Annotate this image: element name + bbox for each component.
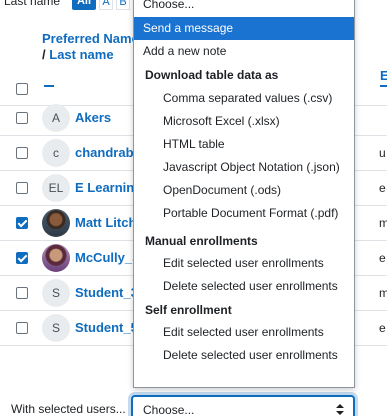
- header-slash: /: [42, 47, 46, 62]
- collapse-column-icon[interactable]: [44, 85, 54, 87]
- user-name-link[interactable]: chandraba: [75, 145, 141, 160]
- avatar: c: [42, 139, 70, 167]
- sort-last-name-link[interactable]: Last name: [49, 47, 113, 62]
- option-self-edit-enrollments[interactable]: Edit selected user enrollments: [134, 321, 354, 344]
- option-self-delete-enrollments[interactable]: Delete selected user enrollments: [134, 344, 354, 367]
- bulk-action-selected-value: Choose...: [143, 403, 195, 416]
- option-download-xlsx[interactable]: Microsoft Excel (.xlsx): [134, 110, 354, 133]
- filter-all-button[interactable]: All: [72, 0, 96, 10]
- option-download-pdf[interactable]: Portable Document Format (.pdf): [134, 202, 354, 225]
- select-arrows-icon: [335, 400, 345, 416]
- avatar: [42, 209, 70, 237]
- filter-letter-b[interactable]: B: [116, 0, 130, 10]
- collapse-email-column-icon[interactable]: [380, 85, 387, 87]
- row-partial-cell: e: [379, 321, 386, 335]
- with-selected-label: With selected users...: [11, 402, 126, 416]
- option-add-note[interactable]: Add a new note: [134, 40, 354, 63]
- sort-preferred-name-link[interactable]: Preferred Name: [42, 31, 139, 46]
- row-checkbox[interactable]: [16, 287, 28, 299]
- avatar: [42, 244, 70, 272]
- lastname-filter-label: Last name: [4, 0, 61, 8]
- row-partial-cell: m: [379, 216, 387, 230]
- user-name-link[interactable]: McCully_S: [75, 250, 141, 265]
- select-all-checkbox[interactable]: [16, 83, 28, 95]
- row-partial-cell: e: [379, 251, 386, 265]
- option-manual-edit-enrollments[interactable]: Edit selected user enrollments: [134, 252, 354, 275]
- row-checkbox[interactable]: [16, 182, 28, 194]
- row-partial-cell: e: [379, 181, 386, 195]
- avatar: S: [42, 279, 70, 307]
- row-checkbox[interactable]: [16, 147, 28, 159]
- row-checkbox[interactable]: [16, 252, 28, 264]
- avatar: A: [42, 104, 70, 132]
- filter-letter-a[interactable]: A: [99, 0, 113, 10]
- user-name-link[interactable]: Matt Litch: [75, 215, 136, 230]
- bulk-action-dropdown-list: Choose... Send a message Add a new note …: [133, 0, 355, 388]
- row-checkbox[interactable]: [16, 112, 28, 124]
- option-send-message[interactable]: Send a message: [134, 17, 354, 40]
- bulk-action-select[interactable]: Choose...: [131, 395, 355, 416]
- option-manual-delete-enrollments[interactable]: Delete selected user enrollments: [134, 275, 354, 298]
- option-choose[interactable]: Choose...: [134, 0, 354, 16]
- group-download-table-data: Download table data as: [145, 68, 279, 82]
- user-name-link[interactable]: Akers: [75, 110, 111, 125]
- row-checkbox[interactable]: [16, 217, 28, 229]
- user-name-link[interactable]: Student_3: [75, 285, 138, 300]
- name-column-header: Preferred Name / Last name: [42, 31, 142, 63]
- group-self-enrollment: Self enrollment: [145, 303, 232, 317]
- email-column-header[interactable]: E: [380, 68, 387, 83]
- row-checkbox[interactable]: [16, 322, 28, 334]
- group-manual-enrollments: Manual enrollments: [145, 234, 258, 248]
- row-partial-cell: m: [379, 286, 387, 300]
- option-download-csv[interactable]: Comma separated values (.csv): [134, 87, 354, 110]
- row-partial-cell: u: [379, 146, 386, 160]
- option-download-html[interactable]: HTML table: [134, 133, 354, 156]
- option-download-json[interactable]: Javascript Object Notation (.json): [134, 156, 354, 179]
- user-name-link[interactable]: Student_5: [75, 320, 138, 335]
- avatar: S: [42, 314, 70, 342]
- option-download-ods[interactable]: OpenDocument (.ods): [134, 179, 354, 202]
- avatar: EL: [42, 174, 70, 202]
